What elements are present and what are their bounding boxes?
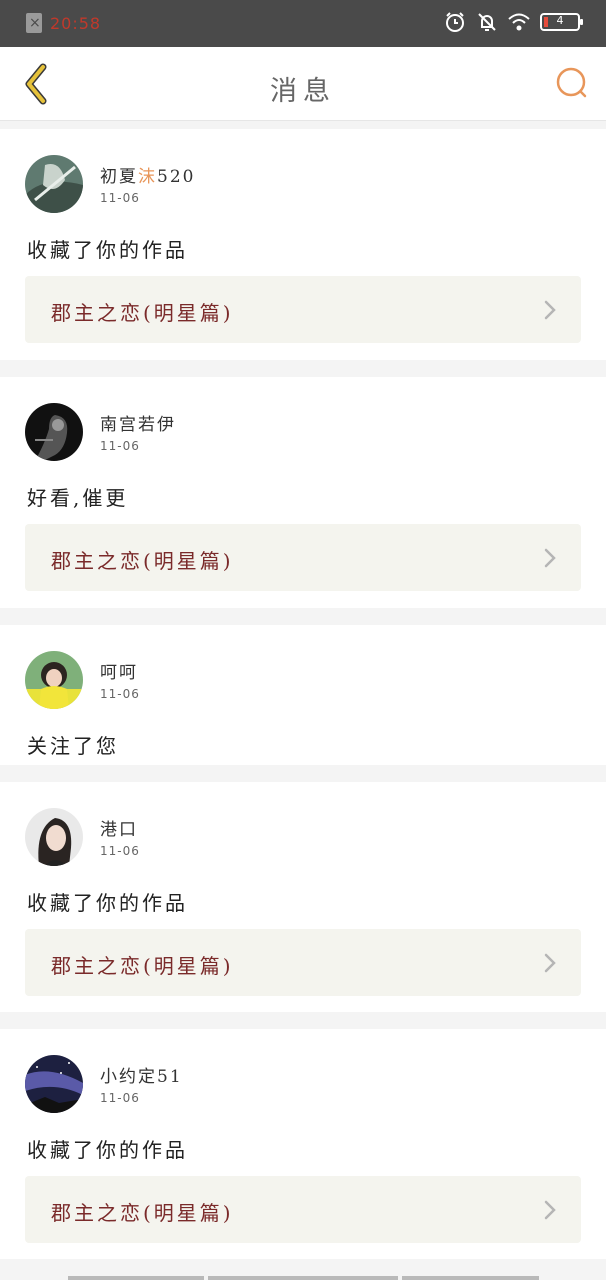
message-date: 11-06 [100, 439, 140, 453]
message-card[interactable]: 呵呵 11-06 关注了您 [0, 625, 606, 765]
chevron-right-icon [544, 953, 556, 973]
message-card[interactable]: 港口 11-06 收藏了你的作品 郡主之恋(明星篇) [0, 782, 606, 1012]
search-icon [556, 67, 587, 98]
no-sim-icon [26, 13, 42, 33]
work-title: 郡主之恋(明星篇) [51, 301, 234, 325]
search-button[interactable] [552, 63, 592, 103]
message-text: 收藏了你的作品 [27, 238, 188, 262]
message-list: 初夏沫520 11-06 收藏了你的作品 郡主之恋(明星篇) 南宫若伊 11-0… [0, 129, 606, 1276]
status-bar: 20:58 4 [0, 0, 606, 47]
home-indicator [68, 1276, 539, 1280]
message-text: 好看,催更 [27, 486, 129, 510]
avatar[interactable] [25, 1055, 83, 1113]
work-title: 郡主之恋(明星篇) [51, 954, 234, 978]
avatar[interactable] [25, 651, 83, 709]
work-title: 郡主之恋(明星篇) [51, 549, 234, 573]
username[interactable]: 港口 [100, 815, 138, 840]
work-link[interactable]: 郡主之恋(明星篇) [25, 929, 581, 996]
chevron-right-icon [544, 1200, 556, 1220]
message-date: 11-06 [100, 191, 140, 205]
work-link[interactable]: 郡主之恋(明星篇) [25, 524, 581, 591]
chevron-right-icon [544, 548, 556, 568]
message-date: 11-06 [100, 1091, 140, 1105]
chevron-right-icon [544, 300, 556, 320]
work-title: 郡主之恋(明星篇) [51, 1201, 234, 1225]
message-date: 11-06 [100, 687, 140, 701]
username[interactable]: 初夏沫520 [100, 162, 195, 187]
status-time: 20:58 [50, 13, 102, 33]
avatar[interactable] [25, 403, 83, 461]
message-card[interactable]: 南宫若伊 11-06 好看,催更 郡主之恋(明星篇) [0, 377, 606, 608]
username[interactable]: 南宫若伊 [100, 410, 176, 435]
username[interactable]: 小约定51 [100, 1062, 183, 1087]
message-card[interactable]: 初夏沫520 11-06 收藏了你的作品 郡主之恋(明星篇) [0, 129, 606, 360]
work-link[interactable]: 郡主之恋(明星篇) [25, 1176, 581, 1243]
page-title: 消息 [270, 76, 336, 107]
message-text: 收藏了你的作品 [27, 891, 188, 915]
message-card[interactable]: 小约定51 11-06 收藏了你的作品 郡主之恋(明星篇) [0, 1029, 606, 1259]
nav-bar: 消息 [0, 47, 606, 121]
alarm-icon [446, 12, 464, 32]
message-text: 关注了您 [27, 734, 119, 758]
wifi-icon [508, 13, 530, 31]
battery-icon: 4 [540, 13, 583, 31]
notifications-off-icon [478, 13, 496, 31]
message-date: 11-06 [100, 844, 140, 858]
work-link[interactable]: 郡主之恋(明星篇) [25, 276, 581, 343]
message-text: 收藏了你的作品 [27, 1138, 188, 1162]
avatar[interactable] [25, 808, 83, 866]
username[interactable]: 呵呵 [100, 658, 138, 683]
avatar[interactable] [25, 155, 83, 213]
battery-percent: 4 [556, 14, 564, 27]
